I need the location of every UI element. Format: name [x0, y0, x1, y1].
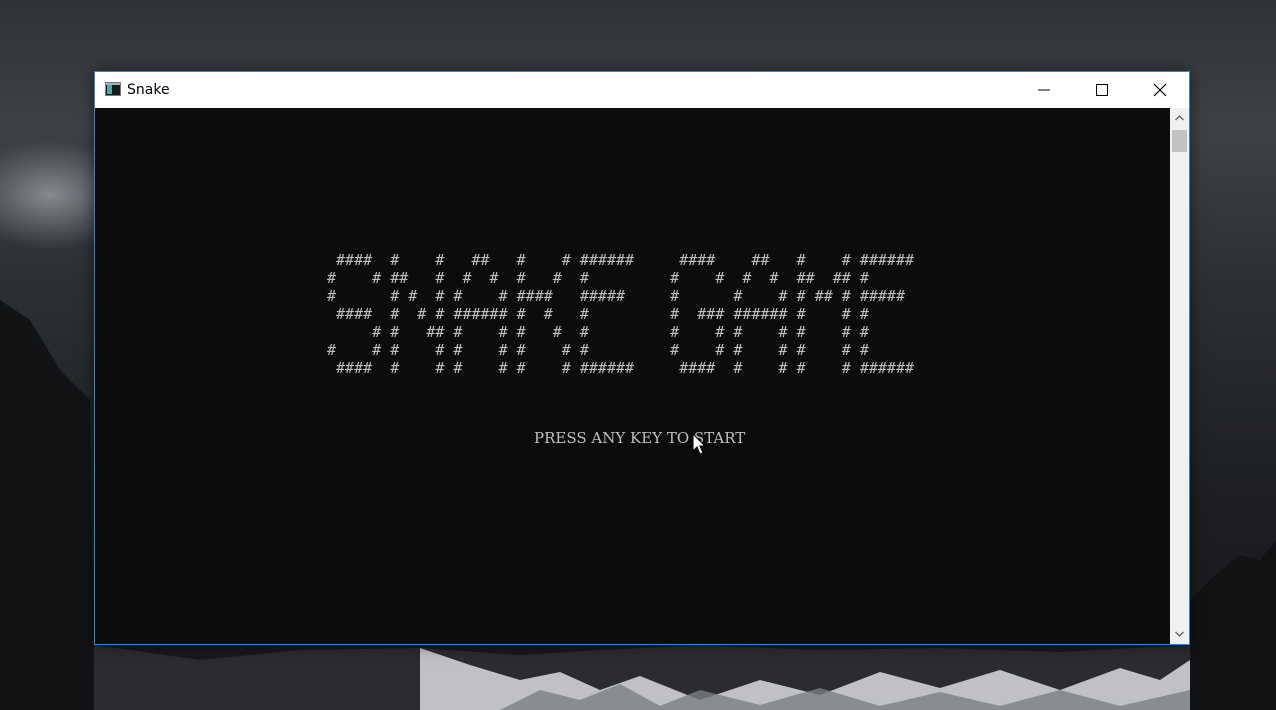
minimize-icon	[1038, 89, 1050, 91]
maximize-icon	[1096, 84, 1108, 96]
scroll-down-button[interactable]	[1170, 624, 1189, 644]
chevron-up-icon	[1175, 115, 1184, 121]
banner-line: #### # # # # # # ###### #### # # # # ###…	[327, 359, 914, 377]
title-bar[interactable]: Snake	[95, 72, 1189, 108]
press-any-key-prompt: PRESS ANY KEY TO START	[534, 429, 746, 447]
scrollbar-thumb[interactable]	[1172, 130, 1187, 152]
banner-line: # # # # # # # # # # # # # # # #	[327, 341, 869, 359]
close-button[interactable]	[1131, 72, 1189, 108]
banner-line: # # ## # # # # # # # # # # # #	[327, 323, 869, 341]
banner-line: #### # # ## # # ###### #### ## # # #####…	[327, 251, 914, 269]
chevron-down-icon	[1175, 631, 1184, 637]
banner-line: # # # # # # #### ##### # # # # ## # ####…	[327, 287, 905, 305]
snake-window[interactable]: Snake #### # # ## # # ###### #### ## # #…	[94, 71, 1190, 645]
snake-game-banner: #### # # ## # # ###### #### ## # # #####…	[327, 251, 914, 377]
mouse-pointer-icon	[692, 433, 707, 455]
console-area[interactable]: #### # # ## # # ###### #### ## # # #####…	[95, 108, 1170, 644]
maximize-button[interactable]	[1073, 72, 1131, 108]
window-title: Snake	[127, 82, 170, 98]
close-icon	[1153, 83, 1167, 97]
banner-line: # # ## # # # # # # # # # # ## ## #	[327, 269, 869, 287]
minimize-button[interactable]	[1015, 72, 1073, 108]
banner-line: #### # # # ###### # # # # ### ###### # #…	[327, 305, 869, 323]
scroll-up-button[interactable]	[1170, 108, 1189, 128]
vertical-scrollbar[interactable]	[1170, 108, 1189, 644]
console-app-icon	[105, 82, 121, 96]
